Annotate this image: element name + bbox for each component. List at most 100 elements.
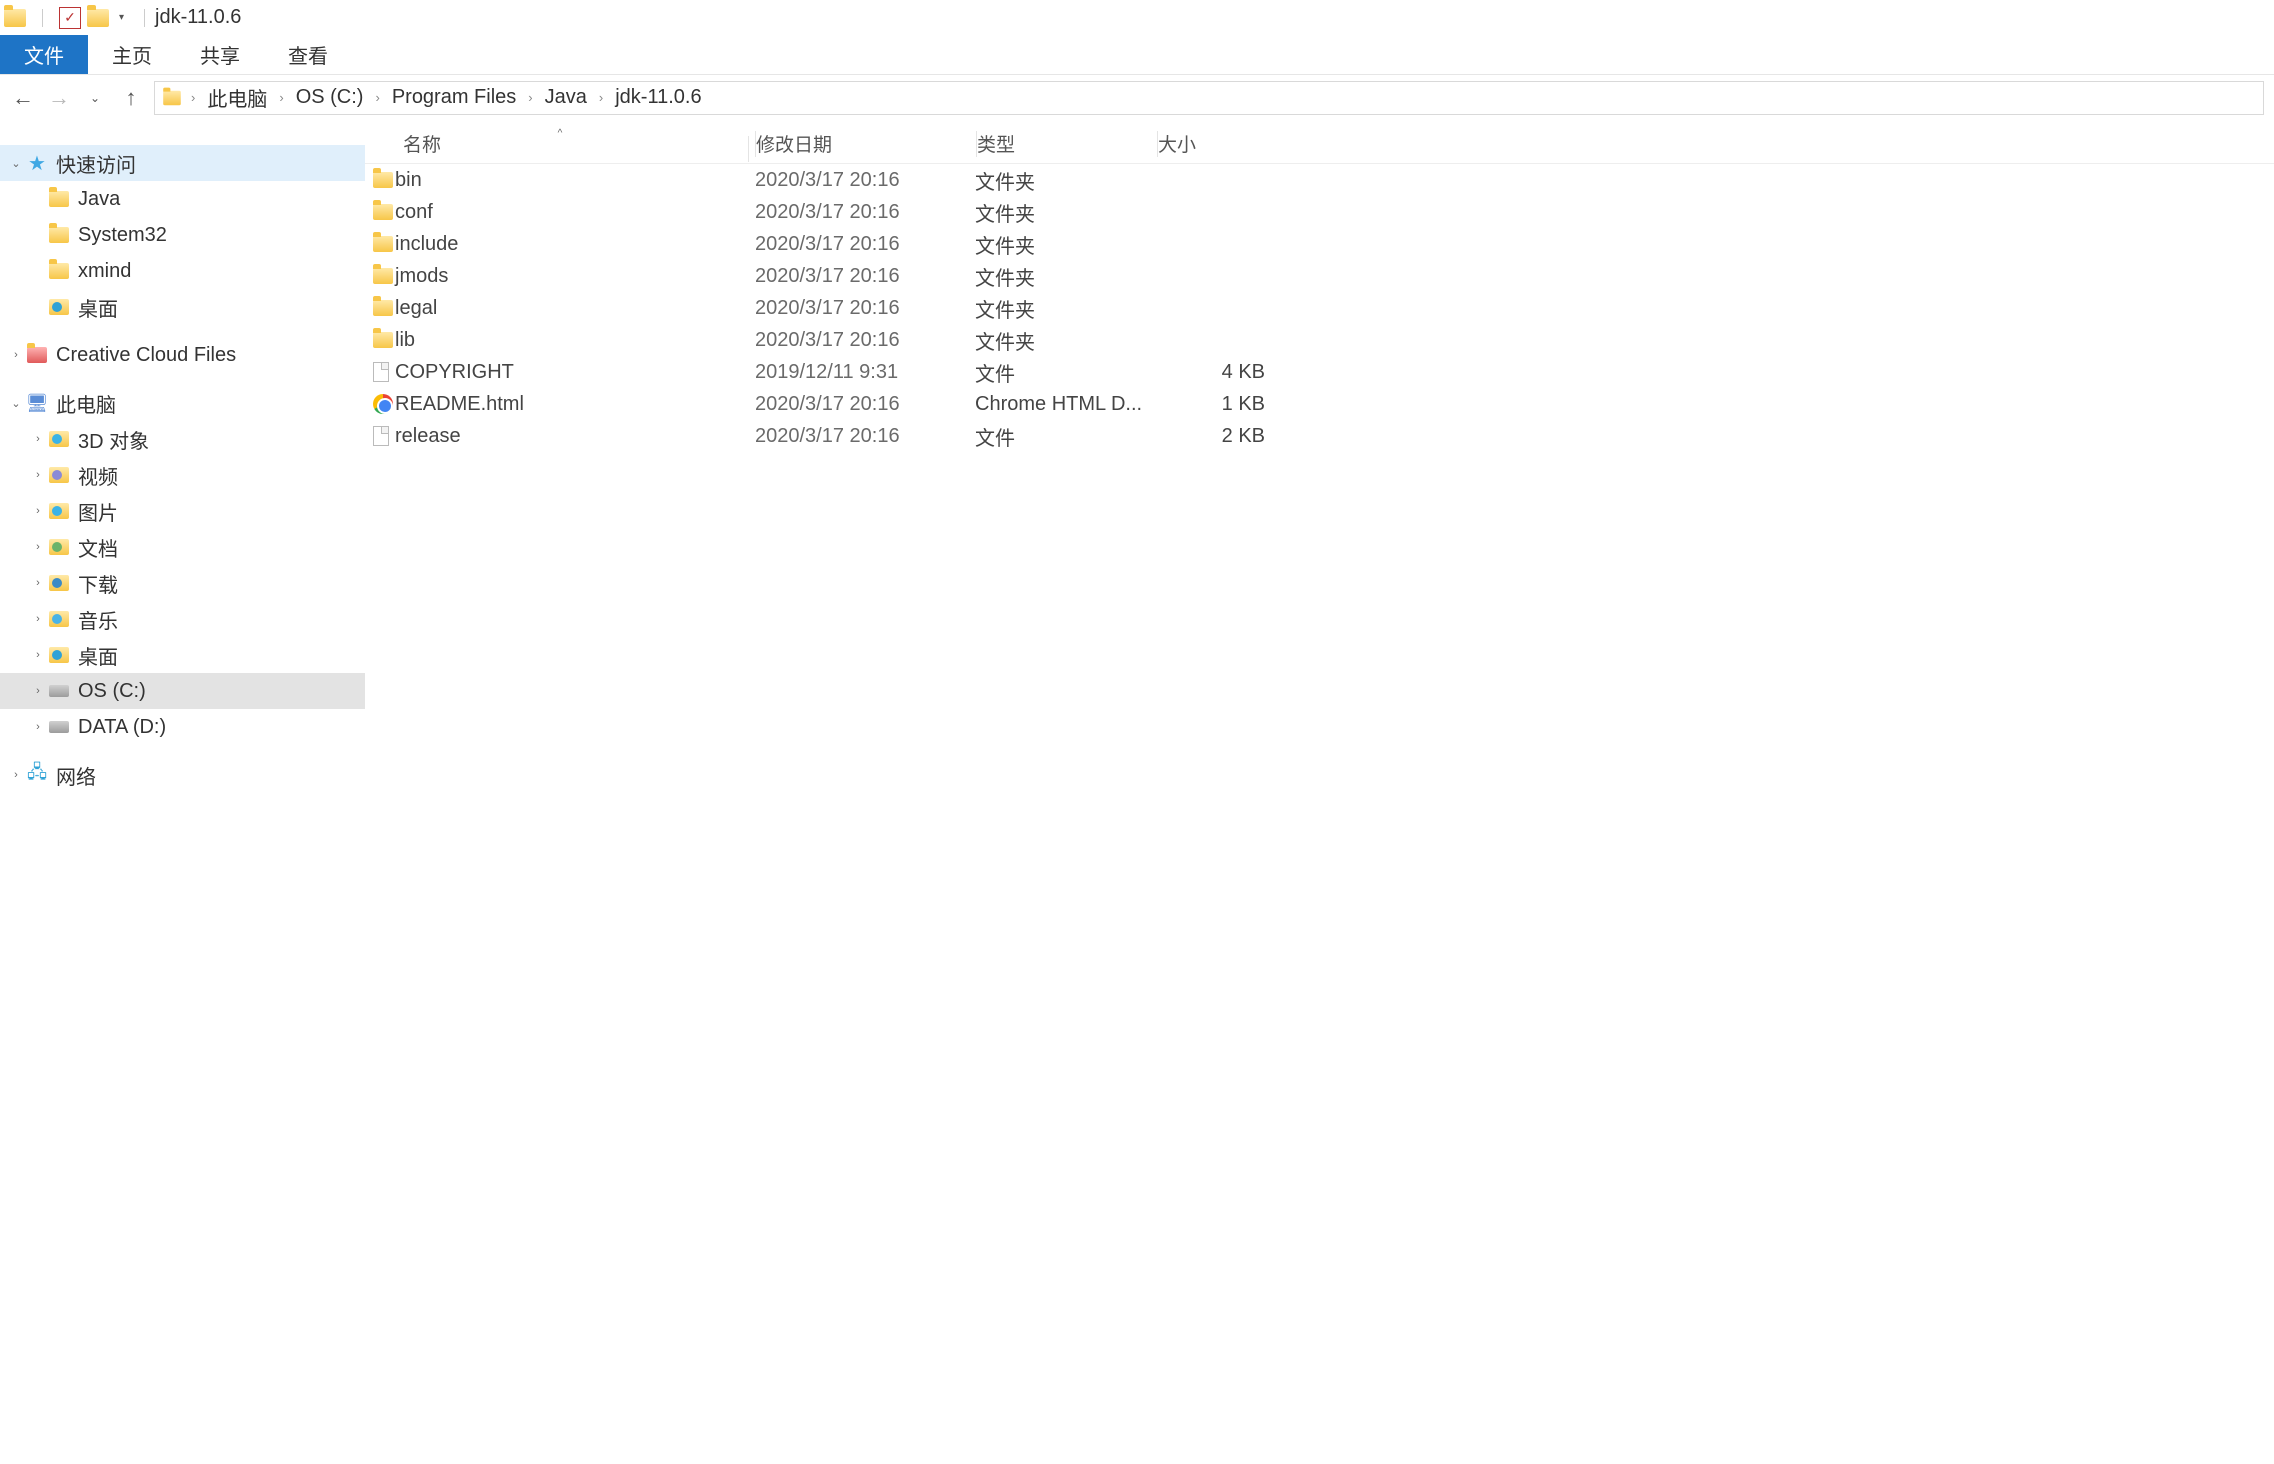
column-headers: 名称 ^ 修改日期 类型 大小 [365,124,2274,164]
file-row[interactable]: jmods2020/3/17 20:16文件夹 [365,260,2274,292]
pc-icon: 🖥 [26,393,48,413]
header-size[interactable]: 大小 [1158,130,1268,157]
tree-creative-cloud[interactable]: › Creative Cloud Files [0,337,365,373]
chevron-right-icon[interactable]: › [6,349,26,361]
tree-label: System32 [78,224,167,247]
drive-icon [49,685,69,697]
tab-share[interactable]: 共享 [176,35,264,74]
file-row[interactable]: lib2020/3/17 20:16文件夹 [365,324,2274,356]
up-button[interactable]: ↑ [118,85,144,111]
window-title: jdk-11.0.6 [155,6,241,29]
file-row[interactable]: COPYRIGHT2019/12/11 9:31文件4 KB [365,356,2274,388]
file-name: bin [395,169,755,192]
file-row[interactable]: include2020/3/17 20:16文件夹 [365,228,2274,260]
tree-item-desktop[interactable]: 桌面 [0,289,365,325]
file-row[interactable]: legal2020/3/17 20:16文件夹 [365,292,2274,324]
tree-quick-access[interactable]: ⌄ ★ 快速访问 [0,145,365,181]
file-type: 文件夹 [975,326,1155,355]
tree-label: 视频 [78,461,118,490]
tree-label: 音乐 [78,605,118,634]
file-type: 文件夹 [975,166,1155,195]
address-bar[interactable]: › 此电脑 › OS (C:) › Program Files › Java ›… [154,81,2264,115]
qat-properties-icon[interactable]: ✓ [59,7,81,29]
file-row[interactable]: release2020/3/17 20:16文件2 KB [365,420,2274,452]
folder-icon [373,332,393,348]
chevron-right-icon[interactable]: › [28,505,48,517]
creative-cloud-icon [27,347,47,363]
tree-item-desktop-2[interactable]: › 桌面 [0,637,365,673]
divider [42,9,43,27]
title-bar: ✓ ▾ jdk-11.0.6 [0,0,2274,35]
tab-home[interactable]: 主页 [88,35,176,74]
chevron-right-icon[interactable]: › [275,90,287,105]
header-date[interactable]: 修改日期 [756,130,976,157]
tree-item-data-d[interactable]: › DATA (D:) [0,709,365,745]
chevron-right-icon[interactable]: › [6,769,26,781]
tree-item-os-c[interactable]: › OS (C:) [0,673,365,709]
breadcrumb-segment[interactable]: Java [541,86,591,109]
qat-customize-icon[interactable]: ▾ [115,12,128,23]
chevron-down-icon[interactable]: ⌄ [6,397,26,410]
tree-network[interactable]: › 🖧 网络 [0,757,365,793]
breadcrumb-segment[interactable]: Program Files [388,86,520,109]
folder-icon [373,268,393,284]
3d-objects-icon [49,431,69,447]
chevron-down-icon[interactable]: ⌄ [6,157,26,170]
qat-new-folder-icon[interactable] [87,9,109,27]
file-row[interactable]: bin2020/3/17 20:16文件夹 [365,164,2274,196]
file-date: 2020/3/17 20:16 [755,169,975,192]
tree-item-xmind[interactable]: xmind [0,253,365,289]
nav-bar: ← → ⌄ ↑ › 此电脑 › OS (C:) › Program Files … [0,75,2274,120]
file-name: release [395,425,755,448]
breadcrumb-segment[interactable]: 此电脑 [203,83,271,112]
forward-button[interactable]: → [46,85,72,111]
chevron-right-icon[interactable]: › [28,577,48,589]
file-icon [373,362,389,382]
file-name: legal [395,297,755,320]
tree-this-pc[interactable]: ⌄ 🖥 此电脑 [0,385,365,421]
chevron-right-icon[interactable]: › [28,613,48,625]
chevron-right-icon[interactable]: › [28,721,48,733]
tree-item-java[interactable]: Java [0,181,365,217]
tab-view[interactable]: 查看 [264,35,352,74]
tree-item-pictures[interactable]: › 图片 [0,493,365,529]
recent-locations-button[interactable]: ⌄ [82,85,108,111]
desktop-icon [49,647,69,663]
file-name: conf [395,201,755,224]
chevron-right-icon[interactable]: › [28,685,48,697]
tree-item-documents[interactable]: › 文档 [0,529,365,565]
chevron-right-icon[interactable]: › [524,90,536,105]
documents-icon [49,539,69,555]
tree-item-3d-objects[interactable]: › 3D 对象 [0,421,365,457]
file-name: jmods [395,265,755,288]
tree-item-downloads[interactable]: › 下载 [0,565,365,601]
file-size: 1 KB [1155,393,1265,416]
tree-item-system32[interactable]: System32 [0,217,365,253]
tree-item-videos[interactable]: › 视频 [0,457,365,493]
chevron-right-icon[interactable]: › [28,433,48,445]
chevron-right-icon[interactable]: › [28,649,48,661]
breadcrumb-segment[interactable]: jdk-11.0.6 [611,86,705,109]
breadcrumb-segment[interactable]: OS (C:) [292,86,368,109]
file-type: 文件夹 [975,230,1155,259]
window-icon[interactable] [4,9,26,27]
header-name[interactable]: 名称 ^ [365,130,755,157]
file-date: 2020/3/17 20:16 [755,297,975,320]
chevron-right-icon[interactable]: › [595,90,607,105]
chevron-right-icon[interactable]: › [371,90,383,105]
tab-file[interactable]: 文件 [0,35,88,74]
chrome-icon [373,394,393,414]
back-button[interactable]: ← [10,85,36,111]
tree-label: DATA (D:) [78,716,166,739]
chevron-right-icon[interactable]: › [28,541,48,553]
tree-item-music[interactable]: › 音乐 [0,601,365,637]
header-type[interactable]: 类型 [977,130,1157,157]
file-row[interactable]: conf2020/3/17 20:16文件夹 [365,196,2274,228]
divider [144,9,145,27]
chevron-right-icon[interactable]: › [187,90,199,105]
chevron-right-icon[interactable]: › [28,469,48,481]
videos-icon [49,467,69,483]
file-row[interactable]: README.html2020/3/17 20:16Chrome HTML D.… [365,388,2274,420]
file-name: README.html [395,393,755,416]
folder-icon [373,236,393,252]
